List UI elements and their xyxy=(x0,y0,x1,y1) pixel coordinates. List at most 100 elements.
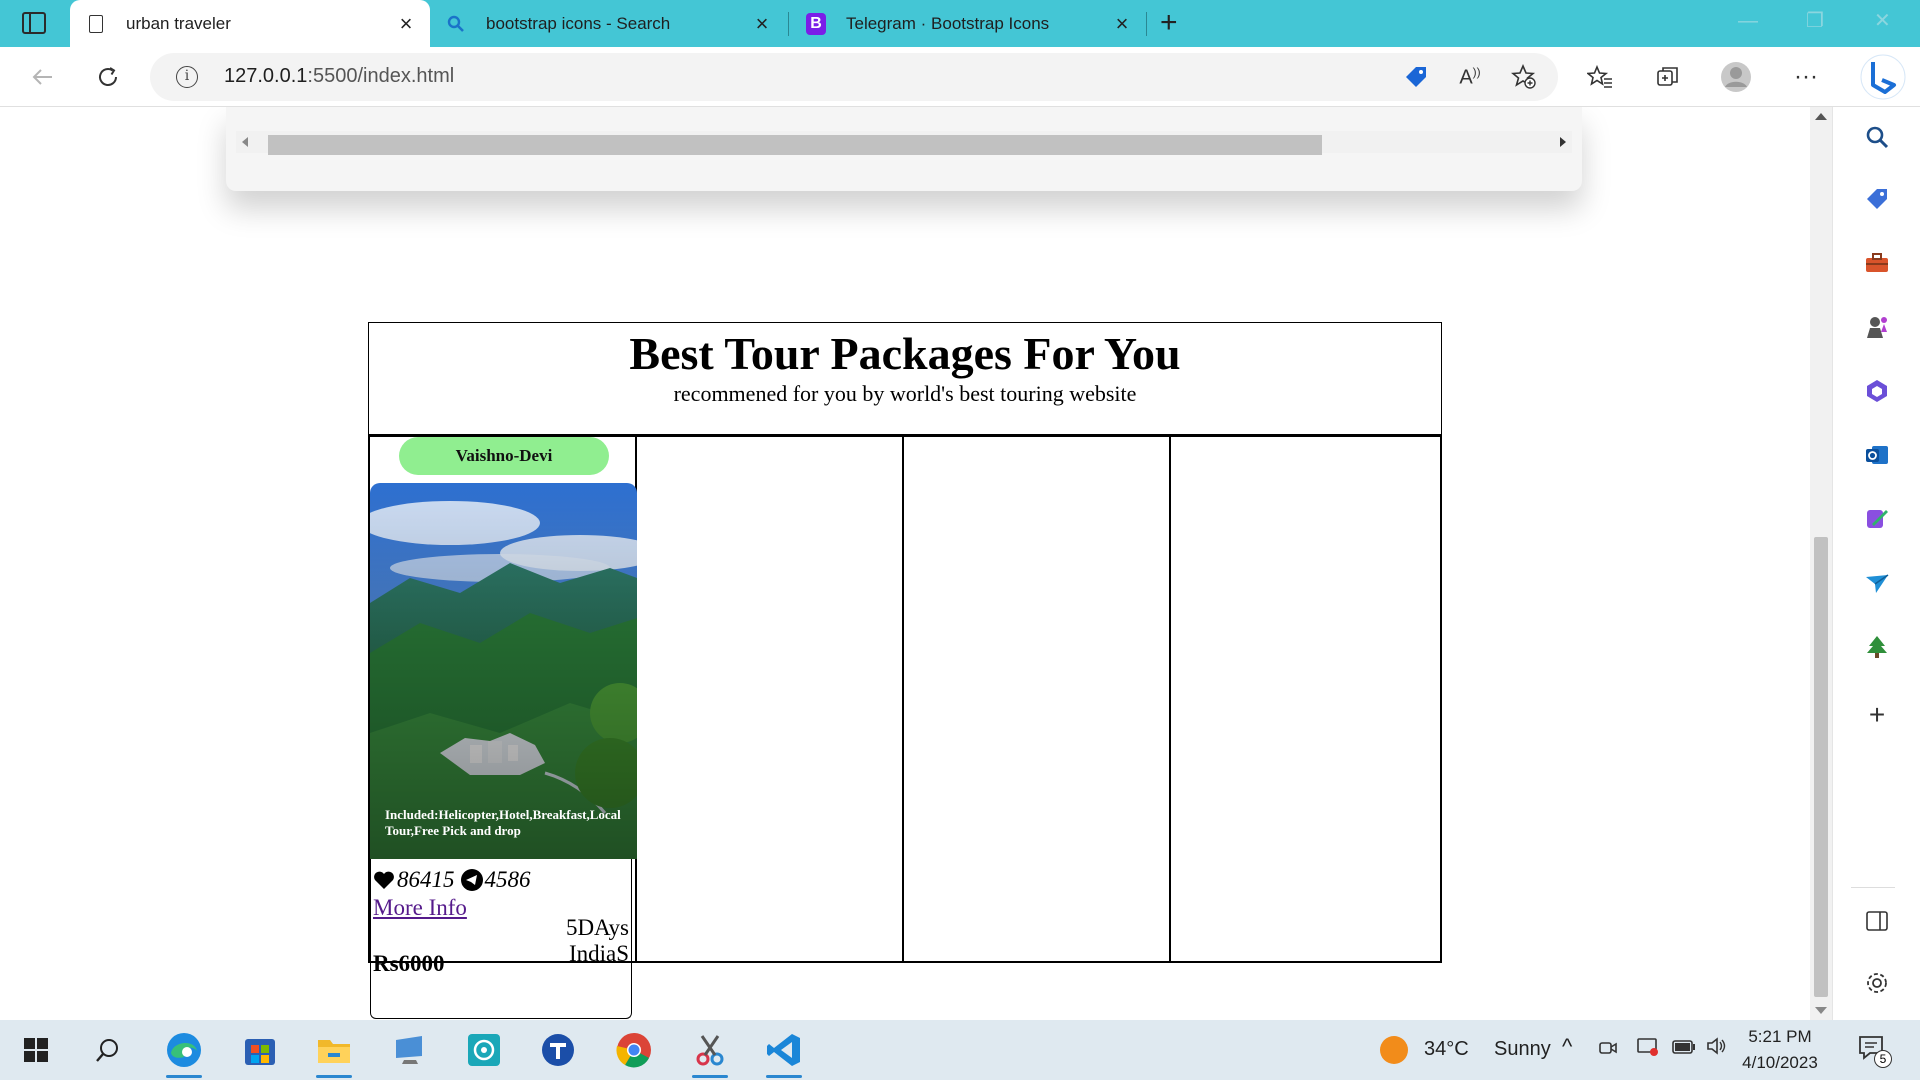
vscode-icon[interactable] xyxy=(762,1028,806,1078)
weather-sun-icon[interactable] xyxy=(1380,1036,1408,1064)
tray-chevron-up-icon[interactable]: ^ xyxy=(1562,1034,1572,1060)
tab-label: urban traveler xyxy=(126,13,231,33)
tab-urban-traveler[interactable]: urban traveler × xyxy=(70,0,430,47)
coupon-tag-icon[interactable] xyxy=(1402,63,1430,91)
weather-temp[interactable]: 34°C xyxy=(1424,1038,1469,1061)
outlook-icon[interactable] xyxy=(1863,441,1891,469)
games-icon[interactable] xyxy=(1863,313,1891,341)
scroll-up-arrow-icon[interactable] xyxy=(1815,113,1827,120)
telegram-icon[interactable] xyxy=(460,869,483,891)
edge-browser-icon[interactable] xyxy=(162,1028,206,1078)
battery-icon[interactable] xyxy=(1672,1038,1696,1061)
more-options-icon[interactable]: ··· xyxy=(1790,61,1822,93)
clock-time: 5:21 PM xyxy=(1748,1027,1812,1046)
profile-avatar[interactable] xyxy=(1720,61,1752,93)
section-title: Best Tour Packages For You xyxy=(629,328,1181,379)
display-alert-icon[interactable] xyxy=(1636,1036,1660,1064)
packages-header: Best Tour Packages For You recommened fo… xyxy=(368,322,1442,435)
document-icon xyxy=(86,14,106,34)
packages-grid: Vaishno-Devi Included:Helicopter,Hotel,B… xyxy=(368,435,1442,1019)
page-viewport: Best Tour Packages For You recommened fo… xyxy=(0,107,1810,1020)
shopping-tag-icon[interactable] xyxy=(1863,185,1891,213)
clock-date: 4/10/2023 xyxy=(1742,1053,1818,1072)
new-tab-button[interactable]: + xyxy=(1160,8,1178,38)
package-included: Included:Helicopter,Hotel,Breakfast,Loca… xyxy=(385,807,621,838)
scrollbar-thumb[interactable] xyxy=(1814,537,1828,997)
vertical-scrollbar[interactable] xyxy=(1810,107,1832,1020)
more-info-link[interactable]: More Info xyxy=(373,895,467,921)
send-icon[interactable] xyxy=(1863,569,1891,597)
microsoft-store-icon[interactable] xyxy=(238,1028,282,1072)
package-badge: Vaishno-Devi xyxy=(399,437,609,475)
app-teal-icon[interactable] xyxy=(462,1028,506,1072)
microsoft-365-icon[interactable] xyxy=(1863,377,1891,405)
system-clock[interactable]: 5:21 PM 4/10/2023 xyxy=(1720,1024,1840,1076)
tab-actions-icon[interactable] xyxy=(22,12,46,34)
package-column-empty xyxy=(1171,437,1438,961)
chrome-icon[interactable] xyxy=(612,1028,656,1072)
tab-label: bootstrap icons - Search xyxy=(486,13,671,33)
bootstrap-icon: B xyxy=(806,12,826,35)
likes-count: 86415 xyxy=(397,867,455,892)
taskbar-search-icon[interactable] xyxy=(86,1028,130,1072)
package-duration: 5DAys xyxy=(565,915,629,940)
minimize-icon[interactable]: — xyxy=(1738,10,1758,33)
address-bar[interactable]: i 127.0.0.1:5500/index.html A)) xyxy=(150,53,1558,101)
section-subtitle: recommened for you by world's best touri… xyxy=(673,381,1137,406)
close-icon[interactable]: × xyxy=(396,12,416,34)
url-text[interactable]: 127.0.0.1:5500/index.html xyxy=(224,65,454,88)
collections-icon[interactable] xyxy=(1652,61,1684,93)
meet-now-icon[interactable] xyxy=(1598,1038,1618,1063)
bing-chat-icon[interactable] xyxy=(1858,52,1908,102)
package-details: 86415 4586 More Info 5DAys IndiaS Rs6000 xyxy=(370,859,632,1019)
search-icon[interactable] xyxy=(1863,123,1891,151)
tab-label: Telegram · Bootstrap Icons xyxy=(846,13,1050,33)
edge-sidebar: + xyxy=(1832,107,1920,1020)
scroll-left-arrow-icon[interactable] xyxy=(242,137,248,147)
window-close-icon[interactable]: ✕ xyxy=(1874,8,1891,33)
package-stats: 86415 4586 xyxy=(373,867,531,893)
close-icon[interactable]: × xyxy=(1112,12,1132,34)
app-t-icon[interactable] xyxy=(536,1028,580,1072)
start-windows-icon[interactable] xyxy=(14,1028,58,1072)
refresh-icon[interactable] xyxy=(92,61,124,93)
remote-desktop-icon[interactable] xyxy=(388,1028,432,1072)
search-icon xyxy=(446,14,466,34)
tab-telegram-bootstrap[interactable]: B Telegram · Bootstrap Icons × xyxy=(790,0,1146,47)
snipping-tool-icon[interactable] xyxy=(688,1028,732,1078)
settings-gear-icon[interactable] xyxy=(1863,969,1891,997)
restore-icon[interactable]: ❐ xyxy=(1806,8,1824,33)
tools-icon[interactable] xyxy=(1863,249,1891,277)
package-column-empty xyxy=(904,437,1171,961)
close-icon[interactable]: × xyxy=(752,12,772,34)
notification-center-icon[interactable]: 5 xyxy=(1858,1034,1892,1068)
package-column: Vaishno-Devi Included:Helicopter,Hotel,B… xyxy=(370,437,637,1019)
shares-count: 4586 xyxy=(484,867,531,892)
add-icon[interactable]: + xyxy=(1863,699,1891,730)
scroll-down-arrow-icon[interactable] xyxy=(1815,1007,1827,1014)
package-price: Rs6000 xyxy=(373,951,445,976)
scrollbar-thumb[interactable] xyxy=(268,135,1322,155)
horizontal-scrollbar[interactable] xyxy=(236,131,1572,155)
file-explorer-icon[interactable] xyxy=(312,1028,356,1078)
tab-strip: urban traveler × bootstrap icons - Searc… xyxy=(0,0,1920,47)
package-photo: Included:Helicopter,Hotel,Breakfast,Loca… xyxy=(370,483,637,859)
package-country: IndiaS xyxy=(568,941,629,966)
scroll-right-arrow-icon[interactable] xyxy=(1560,137,1566,147)
package-column-empty xyxy=(637,437,904,961)
site-info-icon[interactable]: i xyxy=(176,66,198,88)
add-favorite-icon[interactable] xyxy=(1510,63,1538,91)
tab-bootstrap-search[interactable]: bootstrap icons - Search × xyxy=(430,0,786,47)
favorites-icon[interactable] xyxy=(1584,61,1616,93)
windows-taskbar: 34°C Sunny ^ 5:21 PM 4/10/2023 5 xyxy=(0,1020,1920,1080)
weather-desc[interactable]: Sunny xyxy=(1494,1038,1551,1061)
designer-icon[interactable] xyxy=(1863,505,1891,533)
read-aloud-icon[interactable]: A)) xyxy=(1456,63,1484,91)
back-icon[interactable] xyxy=(26,61,58,93)
notification-count: 5 xyxy=(1874,1050,1892,1068)
carousel-container xyxy=(226,107,1582,191)
browser-toolbar: i 127.0.0.1:5500/index.html A)) ··· xyxy=(0,47,1920,107)
tree-icon[interactable] xyxy=(1863,633,1891,661)
sidebar-toggle-icon[interactable] xyxy=(1863,907,1891,935)
heart-icon[interactable] xyxy=(373,870,395,890)
